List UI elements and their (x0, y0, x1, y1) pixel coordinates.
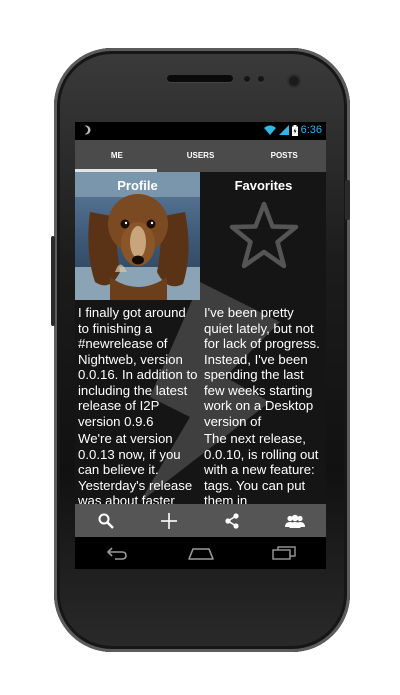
tab-bar: ME USERS POSTS (75, 140, 326, 172)
new-post-button[interactable] (138, 504, 201, 537)
screen: 6:36 ME USERS POSTS Profile I finally go… (75, 122, 326, 537)
sensor-dot (258, 76, 264, 82)
tab-users[interactable]: USERS (159, 140, 243, 172)
search-button[interactable] (75, 504, 138, 537)
users-button[interactable] (263, 504, 326, 537)
volume-button (51, 236, 55, 326)
me-content: Profile I finally got around to finishin… (75, 172, 326, 504)
home-icon (187, 548, 214, 560)
post-preview[interactable]: I finally got around to finishing a #new… (78, 305, 200, 430)
front-camera (289, 76, 299, 86)
status-bar: 6:36 (75, 122, 326, 140)
signal-icon (278, 125, 289, 135)
search-icon (98, 513, 115, 529)
tab-posts[interactable]: POSTS (242, 140, 326, 172)
status-time: 6:36 (300, 124, 322, 136)
share-icon (225, 512, 239, 529)
profile-title: Profile (117, 178, 158, 193)
nightweb-notification-icon (81, 125, 91, 135)
users-icon (284, 514, 305, 528)
back-icon (106, 547, 127, 560)
star-icon[interactable] (228, 200, 300, 272)
tab-me[interactable]: ME (75, 140, 159, 172)
post-preview[interactable]: The next release, 0.0.10, is rolling out… (204, 431, 326, 504)
power-button (345, 180, 350, 220)
home-button[interactable] (159, 537, 243, 569)
post-preview[interactable]: We're at version 0.0.13 now, if you can … (78, 431, 200, 504)
post-preview[interactable]: I've been pretty quiet lately, but not f… (204, 305, 326, 430)
recent-apps-button[interactable] (242, 537, 326, 569)
share-button[interactable] (201, 504, 264, 537)
bottom-action-bar (75, 504, 326, 537)
favorites-column: Favorites I've been pretty quiet lately,… (201, 172, 326, 504)
profile-column: Profile I finally got around to finishin… (75, 172, 200, 504)
back-button[interactable] (75, 537, 159, 569)
battery-icon (291, 124, 298, 136)
wifi-icon (263, 125, 276, 135)
favorites-title: Favorites (234, 178, 293, 193)
system-nav-bar (75, 537, 326, 569)
recent-apps-icon (272, 546, 296, 560)
earpiece-speaker (167, 75, 233, 82)
sensor-dot (244, 76, 250, 82)
add-icon (161, 512, 178, 529)
